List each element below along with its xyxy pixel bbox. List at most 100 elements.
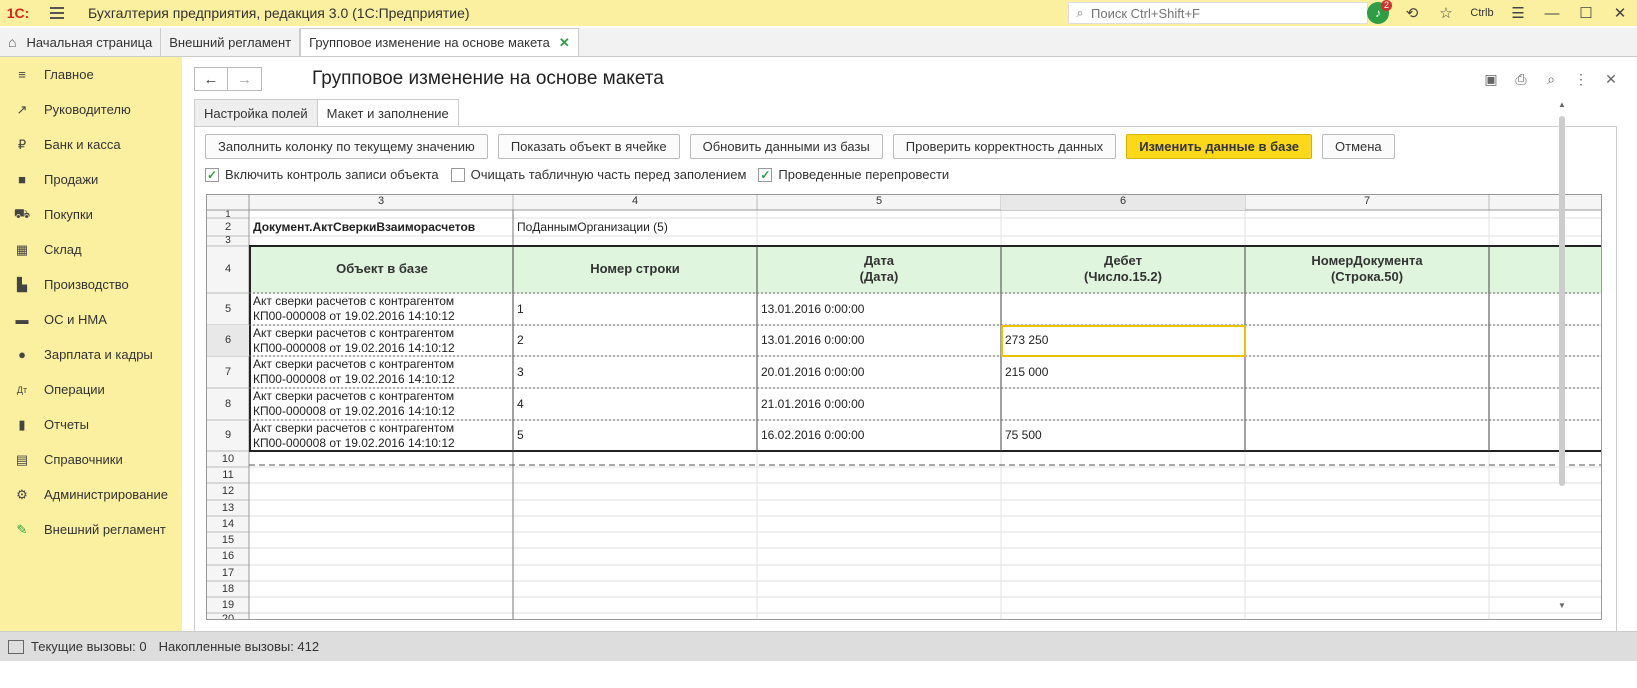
header-date[interactable]: Дата (Дата): [757, 253, 1001, 285]
sidebar-item-operations[interactable]: Дт Операции: [0, 372, 182, 407]
close-window-icon[interactable]: ✕: [1603, 0, 1637, 26]
sidebar-item-manager[interactable]: ↗ Руководителю: [0, 92, 182, 127]
object-cell[interactable]: Акт сверки расчетов с контрагентом КП00-0…: [253, 326, 455, 356]
row-number[interactable]: 2: [207, 218, 249, 236]
back-arrow-icon[interactable]: ←: [194, 67, 228, 91]
sidebar-item-administration[interactable]: ⚙ Администрирование: [0, 477, 182, 512]
row-number[interactable]: 13: [207, 500, 249, 516]
cancel-button[interactable]: Отмена: [1322, 134, 1395, 159]
sidebar-item-bank[interactable]: ₽ Банк и касса: [0, 127, 182, 162]
row-number[interactable]: 1: [207, 210, 249, 219]
check-data-button[interactable]: Проверить корректность данных: [892, 134, 1117, 159]
close-form-icon[interactable]: ✕: [1599, 67, 1623, 91]
sidebar-item-reports[interactable]: ▮ Отчеты: [0, 407, 182, 442]
line-number-cell[interactable]: 2: [517, 333, 524, 347]
row-number[interactable]: 3: [207, 236, 249, 246]
show-object-button[interactable]: Показать объект в ячейке: [497, 134, 680, 159]
line-number-cell[interactable]: 4: [517, 397, 524, 411]
row-number[interactable]: 14: [207, 516, 249, 532]
scroll-up-icon[interactable]: ▲: [1556, 100, 1568, 112]
row-number[interactable]: 16: [207, 548, 249, 565]
date-cell[interactable]: 21.01.2016 0:00:00: [761, 397, 864, 411]
user-name[interactable]: Ctrlb: [1463, 0, 1501, 26]
spreadsheet[interactable]: 3 4 5 6 7 1 2 3 4 5 6 7 8 9 10 11 12 13 …: [206, 194, 1602, 620]
sidebar-item-assets[interactable]: ▬ ОС и НМА: [0, 302, 182, 337]
row-number[interactable]: 10: [207, 451, 249, 467]
maximize-icon[interactable]: ☐: [1569, 0, 1603, 26]
column-header[interactable]: 4: [513, 195, 757, 210]
sidebar-item-warehouse[interactable]: ▦ Склад: [0, 232, 182, 267]
column-header[interactable]: 7: [1245, 195, 1489, 210]
date-cell[interactable]: 16.02.2016 0:00:00: [761, 428, 864, 442]
row-number[interactable]: 8: [207, 388, 249, 420]
date-cell[interactable]: 13.01.2016 0:00:00: [761, 333, 864, 347]
date-cell[interactable]: 13.01.2016 0:00:00: [761, 302, 864, 316]
write-control-checkbox[interactable]: ✓ Включить контроль записи объекта: [205, 167, 439, 182]
line-number-cell[interactable]: 5: [517, 428, 524, 442]
more-actions-icon[interactable]: ⋮: [1569, 67, 1593, 91]
column-header[interactable]: 5: [757, 195, 1001, 210]
history-icon[interactable]: ⟲: [1395, 0, 1429, 26]
tab-home[interactable]: ⌂ Начальная страница: [0, 28, 162, 56]
row-number[interactable]: 4: [207, 246, 249, 293]
sidebar-item-directories[interactable]: ▤ Справочники: [0, 442, 182, 477]
debit-cell-selected[interactable]: 273 250: [1005, 333, 1048, 347]
sidebar-item-purchases[interactable]: ⛟ Покупки: [0, 197, 182, 232]
debit-cell[interactable]: 215 000: [1005, 365, 1048, 379]
row-number[interactable]: 19: [207, 597, 249, 613]
sidebar-item-sales[interactable]: ■ Продажи: [0, 162, 182, 197]
header-doc-number[interactable]: НомерДокумента (Строка.50): [1245, 253, 1489, 285]
clear-table-checkbox[interactable]: Очищать табличную часть перед заполением: [450, 167, 746, 182]
save-icon[interactable]: ▣: [1479, 67, 1503, 91]
favorites-star-icon[interactable]: ☆: [1429, 0, 1463, 26]
scroll-thumb[interactable]: [1559, 116, 1565, 486]
tab-field-settings[interactable]: Настройка полей: [194, 99, 318, 127]
scroll-down-icon[interactable]: ▼: [1556, 601, 1568, 613]
sidebar-item-main[interactable]: ≡ Главное: [0, 57, 182, 92]
fill-column-button[interactable]: Заполнить колонку по текущему значению: [205, 134, 488, 159]
row-number[interactable]: 5: [207, 293, 249, 325]
header-object[interactable]: Объект в базе: [251, 261, 513, 277]
header-debit[interactable]: Дебет (Число.15.2): [1001, 253, 1245, 285]
debit-cell[interactable]: 75 500: [1005, 428, 1042, 442]
row-number[interactable]: 7: [207, 356, 249, 388]
minimize-icon[interactable]: —: [1535, 0, 1569, 26]
search-input[interactable]: [1091, 5, 1361, 21]
column-header[interactable]: 3: [249, 195, 513, 210]
sidebar-item-payroll[interactable]: ● Зарплата и кадры: [0, 337, 182, 372]
row-number[interactable]: 20: [207, 613, 249, 619]
refresh-from-db-button[interactable]: Обновить данными из базы: [689, 134, 883, 159]
object-cell[interactable]: Акт сверки расчетов с контрагентом КП00-0…: [253, 357, 455, 387]
object-cell[interactable]: Акт сверки расчетов с контрагентом КП00-0…: [253, 389, 455, 419]
main-menu-icon[interactable]: [50, 0, 72, 26]
tab-layout-fill[interactable]: Макет и заполнение: [316, 99, 459, 127]
tab-external-regulation[interactable]: Внешний регламент: [161, 28, 301, 56]
row-number[interactable]: 9: [207, 420, 249, 451]
line-number-cell[interactable]: 1: [517, 302, 524, 316]
print-icon[interactable]: ⎙: [1509, 67, 1533, 91]
close-tab-icon[interactable]: ✕: [559, 35, 570, 51]
row-number[interactable]: 12: [207, 483, 249, 500]
line-number-cell[interactable]: 3: [517, 365, 524, 379]
row-number-selected[interactable]: 6: [207, 325, 249, 356]
header-row-number[interactable]: Номер строки: [513, 261, 757, 277]
notifications-button[interactable]: ♪ 2: [1361, 0, 1395, 26]
monitor-icon[interactable]: [8, 639, 24, 654]
column-header-selected[interactable]: 6: [1001, 195, 1245, 210]
doc-type-cell[interactable]: Документ.АктСверкиВзаиморасчетов: [253, 220, 475, 234]
object-cell[interactable]: Акт сверки расчетов с контрагентом КП00-0…: [253, 294, 455, 324]
row-number[interactable]: 17: [207, 565, 249, 581]
date-cell[interactable]: 20.01.2016 0:00:00: [761, 365, 864, 379]
object-cell[interactable]: Акт сверки расчетов с контрагентом КП00-0…: [253, 421, 455, 451]
sidebar-item-external-regulation[interactable]: ✎ Внешний регламент: [0, 512, 182, 547]
mode-cell[interactable]: ПоДаннымОрганизации (5): [517, 220, 668, 234]
row-number[interactable]: 11: [207, 467, 249, 483]
search-box[interactable]: ⌕: [1068, 2, 1368, 24]
preview-icon[interactable]: ⌕: [1539, 67, 1563, 91]
sidebar-item-production[interactable]: ▙ Производство: [0, 267, 182, 302]
vertical-scrollbar[interactable]: ▲ ▼: [1556, 100, 1568, 615]
repost-checkbox[interactable]: ✓ Проведенные перепровести: [758, 167, 949, 182]
tab-group-change[interactable]: Групповое изменение на основе макета ✕: [300, 28, 579, 56]
settings-menu-icon[interactable]: ☰: [1501, 0, 1535, 26]
forward-arrow-icon[interactable]: →: [228, 67, 262, 91]
